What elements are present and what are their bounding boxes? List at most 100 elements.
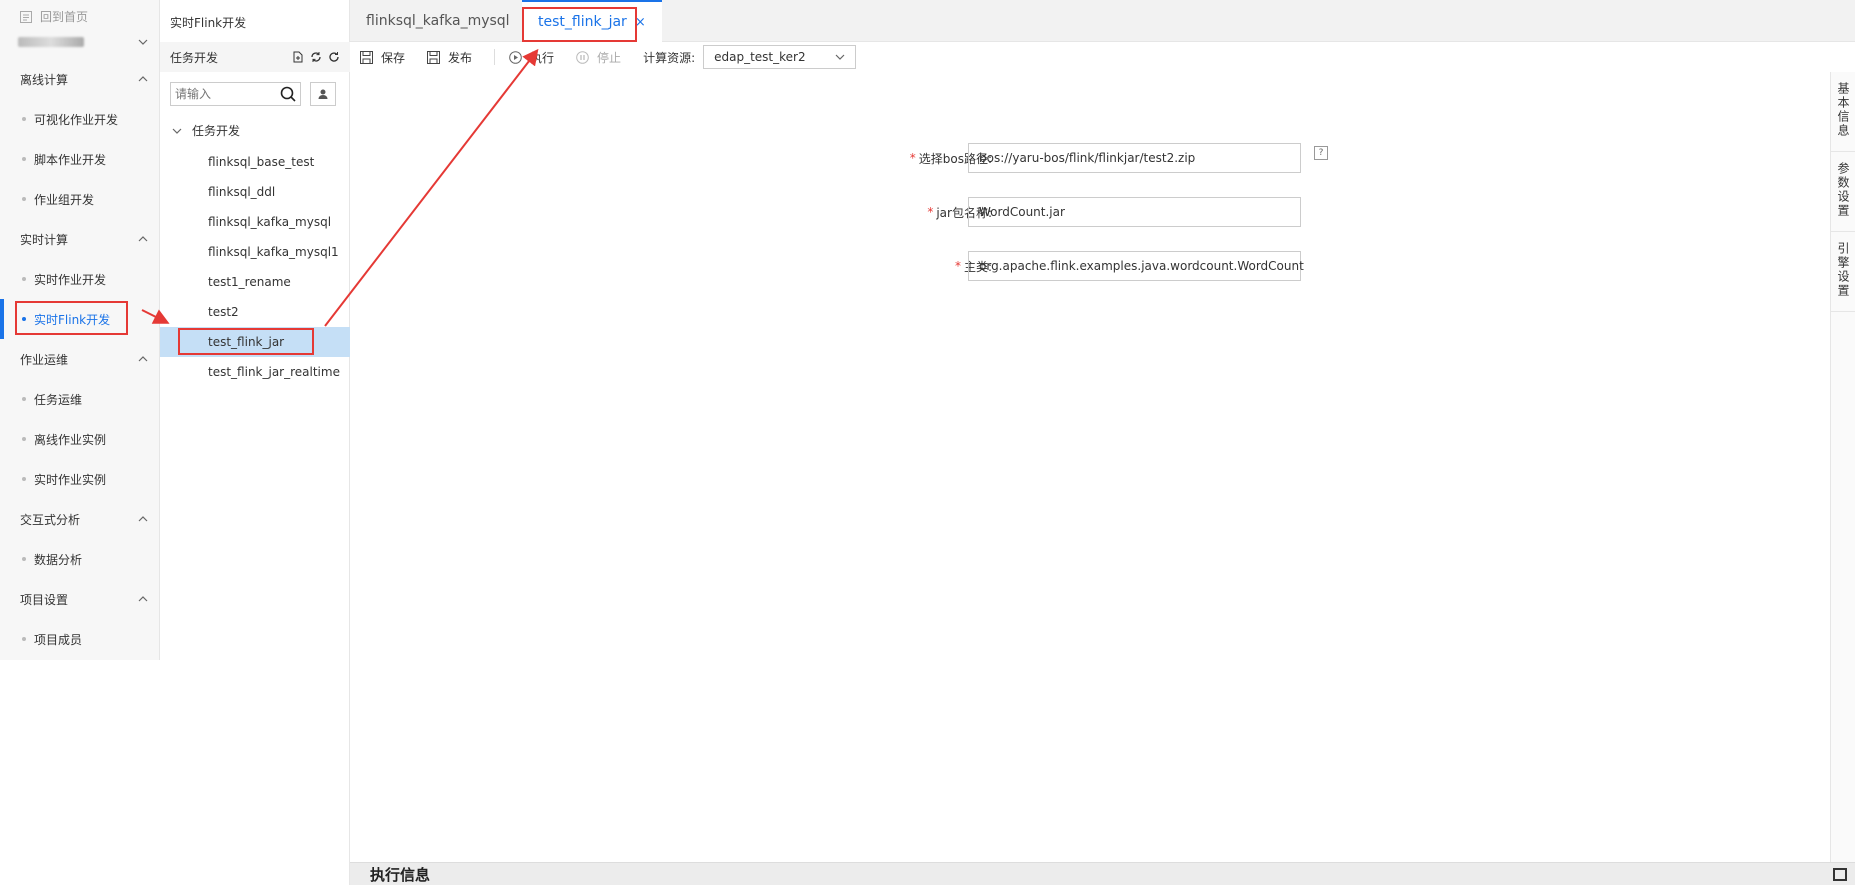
nav-section-title: 交互式分析 bbox=[20, 512, 81, 527]
tab-label: flinksql_kafka_mysql bbox=[366, 13, 510, 29]
exec-info-title: 执行信息 bbox=[370, 865, 431, 884]
nav-section-interactive[interactable]: 交互式分析 bbox=[0, 499, 160, 539]
nav-item-label: 实时作业实例 bbox=[34, 472, 107, 487]
owner-filter-button[interactable] bbox=[310, 82, 336, 106]
side-tab-engine[interactable]: 引擎设置 bbox=[1831, 232, 1855, 312]
nav-section-ops[interactable]: 作业运维 bbox=[0, 339, 160, 379]
project-selector[interactable] bbox=[18, 34, 148, 50]
tree-search-box bbox=[170, 82, 301, 106]
stop-label: 停止 bbox=[597, 50, 622, 65]
tree-file[interactable]: flinksql_base_test bbox=[160, 147, 350, 177]
chevron-up-icon bbox=[138, 236, 148, 242]
nav-item-visual-job[interactable]: 可视化作业开发 bbox=[0, 99, 160, 139]
side-tab-label: 基本信息 bbox=[1836, 82, 1850, 138]
bullet-dot bbox=[22, 397, 26, 401]
jar-config-form: * 选择bos路径: bos://yaru-bos/flink/flinkjar/… bbox=[350, 72, 1830, 862]
tab-flinksql-kafka-mysql[interactable]: flinksql_kafka_mysql bbox=[350, 0, 526, 42]
back-home-label: 回到首页 bbox=[40, 10, 89, 24]
nav-item-label: 可视化作业开发 bbox=[34, 112, 119, 127]
nav-item-label: 项目成员 bbox=[34, 632, 83, 647]
toolbar-divider bbox=[494, 49, 496, 65]
annotation-box-tab bbox=[522, 7, 637, 42]
chevron-up-icon bbox=[138, 76, 148, 82]
nav-item-label: 数据分析 bbox=[34, 552, 83, 567]
refresh-icon[interactable] bbox=[328, 51, 340, 63]
tree-file[interactable]: test_flink_jar_realtime bbox=[160, 357, 350, 387]
tree-search-input[interactable] bbox=[175, 87, 275, 101]
editor-toolbar: 保存 发布 执行 停止 计算资源: edap_test_ker2 bbox=[350, 42, 1830, 72]
nav-item-script-job[interactable]: 脚本作业开发 bbox=[0, 139, 160, 179]
maximize-icon[interactable] bbox=[1833, 867, 1847, 881]
required-mark: * bbox=[927, 205, 934, 219]
nav-item-offline-instance[interactable]: 离线作业实例 bbox=[0, 419, 160, 459]
tree-file[interactable]: flinksql_ddl bbox=[160, 177, 350, 207]
stop-button[interactable]: 停止 bbox=[576, 49, 621, 66]
nav-item-job-group[interactable]: 作业组开发 bbox=[0, 179, 160, 219]
tree-subheader-label: 任务开发 bbox=[170, 50, 219, 65]
side-tab-label: 参数设置 bbox=[1836, 162, 1850, 218]
bullet-dot bbox=[22, 117, 26, 121]
bos-path-input[interactable]: bos://yaru-bos/flink/flinkjar/test2.zip bbox=[968, 143, 1301, 173]
publish-button[interactable]: 发布 bbox=[427, 49, 472, 66]
tree-subheader: 任务开发 bbox=[160, 42, 350, 72]
nav-item-realtime-instance[interactable]: 实时作业实例 bbox=[0, 459, 160, 499]
tree-folder-task-dev[interactable]: 任务开发 bbox=[172, 122, 240, 139]
publish-icon bbox=[427, 50, 441, 64]
nav-section-offline[interactable]: 离线计算 bbox=[0, 59, 160, 99]
home-list-icon bbox=[20, 10, 32, 23]
tree-file[interactable]: test2 bbox=[160, 297, 350, 327]
tree-file[interactable]: flinksql_kafka_mysql1 bbox=[160, 237, 350, 267]
task-tree-panel: 实时Flink开发 任务开发 任务开发 flinksql_base_test f… bbox=[160, 0, 350, 885]
nav-section-realtime[interactable]: 实时计算 bbox=[0, 219, 160, 259]
nav-item-task-ops[interactable]: 任务运维 bbox=[0, 379, 160, 419]
bullet-dot bbox=[22, 477, 26, 481]
save-icon bbox=[360, 50, 373, 64]
jar-name-input[interactable]: WordCount.jar bbox=[968, 197, 1301, 227]
chevron-up-icon bbox=[138, 596, 148, 602]
pause-icon bbox=[576, 50, 589, 64]
tree-tools bbox=[292, 51, 340, 63]
compute-resource-value: edap_test_ker2 bbox=[714, 50, 806, 64]
save-label: 保存 bbox=[381, 50, 406, 65]
bullet-dot bbox=[22, 277, 26, 281]
bullet-dot bbox=[22, 557, 26, 561]
project-name-redacted bbox=[18, 37, 84, 47]
nav-section-title: 实时计算 bbox=[20, 232, 69, 247]
nav-item-label: 实时作业开发 bbox=[34, 272, 107, 287]
app-window: 回到首页 离线计算 可视化作业开发 脚本作业开发 作业组开发 实时计算 实时作业… bbox=[0, 0, 1855, 885]
run-label: 执行 bbox=[530, 50, 555, 65]
main-class-input[interactable]: org.apache.flink.examples.java.wordcount… bbox=[968, 251, 1304, 281]
tree-file[interactable]: test1_rename bbox=[160, 267, 350, 297]
required-mark: * bbox=[909, 151, 916, 165]
bullet-dot bbox=[22, 157, 26, 161]
new-file-icon[interactable] bbox=[292, 51, 304, 63]
chevron-up-icon bbox=[138, 356, 148, 362]
compute-resource-select[interactable]: edap_test_ker2 bbox=[703, 45, 857, 69]
nav-item-label: 作业组开发 bbox=[34, 192, 95, 207]
nav-item-members[interactable]: 项目成员 bbox=[0, 619, 160, 659]
save-button[interactable]: 保存 bbox=[360, 49, 405, 66]
tree-file[interactable]: flinksql_kafka_mysql bbox=[160, 207, 350, 237]
publish-label: 发布 bbox=[448, 50, 473, 65]
nav-item-label: 脚本作业开发 bbox=[34, 152, 107, 167]
chevron-up-icon bbox=[138, 516, 148, 522]
nav-section-title: 项目设置 bbox=[20, 592, 69, 607]
nav-item-label: 离线作业实例 bbox=[34, 432, 107, 447]
form-row-bos-path: * 选择bos路径: bos://yaru-bos/flink/flinkjar/… bbox=[350, 143, 1830, 173]
annotation-box-tree bbox=[178, 328, 314, 355]
back-home-link[interactable]: 回到首页 bbox=[20, 8, 88, 25]
tree-panel-title: 实时Flink开发 bbox=[170, 16, 247, 30]
nav-item-realtime-job[interactable]: 实时作业开发 bbox=[0, 259, 160, 299]
side-tab-params[interactable]: 参数设置 bbox=[1831, 152, 1855, 232]
side-tab-basic-info[interactable]: 基本信息 bbox=[1831, 72, 1855, 152]
nav-item-data-analysis[interactable]: 数据分析 bbox=[0, 539, 160, 579]
help-icon[interactable]: ? bbox=[1314, 146, 1328, 160]
search-icon[interactable] bbox=[280, 86, 296, 102]
required-mark: * bbox=[954, 259, 961, 273]
nav-section-project[interactable]: 项目设置 bbox=[0, 579, 160, 619]
play-icon bbox=[509, 50, 522, 64]
nav-item-label: 任务运维 bbox=[34, 392, 83, 407]
sync-icon[interactable] bbox=[310, 51, 322, 63]
bullet-dot bbox=[22, 437, 26, 441]
run-button[interactable]: 执行 bbox=[509, 49, 554, 66]
